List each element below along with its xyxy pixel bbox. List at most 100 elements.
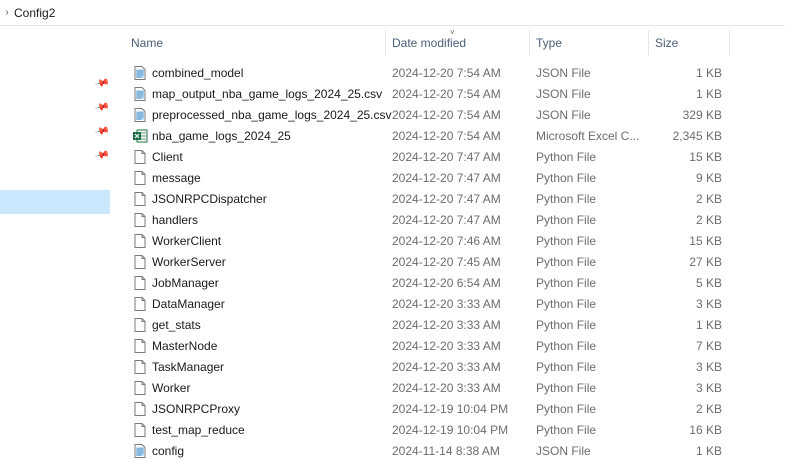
file-icon bbox=[132, 191, 148, 207]
chevron-right-icon[interactable]: › bbox=[2, 7, 12, 18]
file-row[interactable]: MasterNode 2024-12-20 3:33 AM Python File 7… bbox=[118, 335, 785, 356]
breadcrumb-folder[interactable]: Config2 bbox=[14, 6, 55, 20]
file-date-modified: 2024-12-19 10:04 PM bbox=[392, 402, 509, 416]
file-size: 3 KB bbox=[695, 297, 722, 311]
json-file-icon bbox=[132, 443, 148, 459]
file-row[interactable]: map_output_nba_game_logs_2024_25.csv 2024… bbox=[118, 83, 785, 104]
file-name: test_map_reduce bbox=[152, 423, 245, 437]
file-date-modified: 2024-12-19 10:04 PM bbox=[392, 423, 509, 437]
file-icon bbox=[132, 338, 148, 354]
column-divider[interactable] bbox=[648, 30, 649, 56]
file-row[interactable]: Client 2024-12-20 7:47 AM Python File 15 KB bbox=[118, 146, 785, 167]
file-size: 5 KB bbox=[695, 276, 722, 290]
file-name: MasterNode bbox=[152, 339, 218, 353]
file-type: Python File bbox=[536, 297, 597, 311]
file-row[interactable]: WorkerServer 2024-12-20 7:45 AM Python Fil… bbox=[118, 251, 785, 272]
column-divider[interactable] bbox=[529, 30, 530, 56]
column-divider[interactable] bbox=[385, 30, 386, 56]
nav-item-selected[interactable] bbox=[0, 190, 110, 214]
file-icon bbox=[132, 275, 148, 291]
file-name: nba_game_logs_2024_25 bbox=[152, 129, 291, 143]
column-date-modified[interactable]: Date modified bbox=[392, 36, 466, 50]
file-row[interactable]: JSONRPCDispatcher 2024-12-20 7:47 AM Pytho… bbox=[118, 188, 785, 209]
file-date-modified: 2024-12-20 6:54 AM bbox=[392, 276, 501, 290]
file-name: JSONRPCDispatcher bbox=[152, 192, 267, 206]
file-row[interactable]: config 2024-11-14 8:38 AM JSON File 1 KB bbox=[118, 440, 785, 461]
file-type: Python File bbox=[536, 192, 597, 206]
file-icon bbox=[132, 401, 148, 417]
file-date-modified: 2024-12-20 7:47 AM bbox=[392, 192, 501, 206]
column-type[interactable]: Type bbox=[536, 36, 562, 50]
file-date-modified: 2024-12-20 7:47 AM bbox=[392, 213, 501, 227]
breadcrumb: › Config2 bbox=[0, 0, 785, 26]
file-name: message bbox=[152, 171, 201, 185]
file-row[interactable]: message 2024-12-20 7:47 AM Python File 9 KB bbox=[118, 167, 785, 188]
file-date-modified: 2024-12-20 3:33 AM bbox=[392, 381, 501, 395]
file-date-modified: 2024-12-20 7:54 AM bbox=[392, 66, 501, 80]
file-type: Python File bbox=[536, 171, 597, 185]
file-date-modified: 2024-12-20 3:33 AM bbox=[392, 318, 501, 332]
file-size: 9 KB bbox=[695, 171, 722, 185]
file-row[interactable]: combined_model 2024-12-20 7:54 AM JSON Fil… bbox=[118, 62, 785, 83]
file-type: Python File bbox=[536, 318, 597, 332]
file-date-modified: 2024-12-20 7:54 AM bbox=[392, 108, 501, 122]
file-size: 3 KB bbox=[695, 360, 722, 374]
file-type: Python File bbox=[536, 339, 597, 353]
file-type: Python File bbox=[536, 276, 597, 290]
file-row[interactable]: get_stats 2024-12-20 3:33 AM Python File 1 … bbox=[118, 314, 785, 335]
file-row[interactable]: preprocessed_nba_game_logs_2024_25.csv 20… bbox=[118, 104, 785, 125]
file-size: 1 KB bbox=[695, 444, 722, 458]
file-name: Worker bbox=[152, 381, 191, 395]
file-row[interactable]: nba_game_logs_2024_25 2024-12-20 7:54 AM M… bbox=[118, 125, 785, 146]
file-name: get_stats bbox=[152, 318, 201, 332]
file-type: Python File bbox=[536, 360, 597, 374]
column-size[interactable]: Size bbox=[655, 36, 678, 50]
file-row[interactable]: TaskManager 2024-12-20 3:33 AM Python File… bbox=[118, 356, 785, 377]
file-row[interactable]: DataManager 2024-12-20 3:33 AM Python File… bbox=[118, 293, 785, 314]
file-date-modified: 2024-12-20 7:46 AM bbox=[392, 234, 501, 248]
file-date-modified: 2024-12-20 7:47 AM bbox=[392, 150, 501, 164]
file-type: Python File bbox=[536, 423, 597, 437]
pin-icon[interactable]: 📌 bbox=[94, 99, 110, 115]
file-type: Python File bbox=[536, 255, 597, 269]
excel-file-icon bbox=[132, 128, 148, 144]
file-row[interactable]: WorkerClient 2024-12-20 7:46 AM Python Fil… bbox=[118, 230, 785, 251]
column-divider[interactable] bbox=[729, 30, 730, 56]
file-name: JSONRPCProxy bbox=[152, 402, 241, 416]
file-size: 2,345 KB bbox=[672, 129, 722, 143]
file-type: JSON File bbox=[536, 108, 591, 122]
file-date-modified: 2024-12-20 7:47 AM bbox=[392, 171, 501, 185]
file-type: Python File bbox=[536, 150, 597, 164]
file-date-modified: 2024-11-14 8:38 AM bbox=[392, 444, 500, 458]
file-size: 15 KB bbox=[689, 234, 722, 248]
file-row[interactable]: handlers 2024-12-20 7:47 AM Python File 2 K… bbox=[118, 209, 785, 230]
file-row[interactable]: test_map_reduce 2024-12-19 10:04 PM Python… bbox=[118, 419, 785, 440]
file-icon bbox=[132, 212, 148, 228]
file-size: 1 KB bbox=[695, 318, 722, 332]
column-name[interactable]: Name bbox=[131, 36, 163, 50]
file-row[interactable]: JobManager 2024-12-20 6:54 AM Python File 5… bbox=[118, 272, 785, 293]
file-date-modified: 2024-12-20 3:33 AM bbox=[392, 339, 501, 353]
file-name: WorkerServer bbox=[152, 255, 226, 269]
file-icon bbox=[132, 359, 148, 375]
file-size: 2 KB bbox=[695, 213, 722, 227]
pin-icon[interactable]: 📌 bbox=[94, 123, 110, 139]
pin-icon[interactable]: 📌 bbox=[94, 147, 110, 163]
json-file-icon bbox=[132, 65, 148, 81]
file-row[interactable]: Worker 2024-12-20 3:33 AM Python File 3 KB bbox=[118, 377, 785, 398]
file-icon bbox=[132, 233, 148, 249]
file-date-modified: 2024-12-20 3:33 AM bbox=[392, 297, 501, 311]
file-name: combined_model bbox=[152, 66, 244, 80]
pin-icon[interactable]: 📌 bbox=[94, 75, 110, 91]
file-date-modified: 2024-12-20 3:33 AM bbox=[392, 360, 501, 374]
file-icon bbox=[132, 317, 148, 333]
file-size: 2 KB bbox=[695, 192, 722, 206]
file-size: 3 KB bbox=[695, 381, 722, 395]
file-date-modified: 2024-12-20 7:45 AM bbox=[392, 255, 501, 269]
file-name: JobManager bbox=[152, 276, 219, 290]
file-row[interactable]: JSONRPCProxy 2024-12-19 10:04 PM Python Fi… bbox=[118, 398, 785, 419]
file-size: 15 KB bbox=[689, 150, 722, 164]
json-file-icon bbox=[132, 86, 148, 102]
file-size: 1 KB bbox=[695, 87, 722, 101]
navigation-pane: 📌 📌 📌 📌 bbox=[0, 26, 118, 465]
